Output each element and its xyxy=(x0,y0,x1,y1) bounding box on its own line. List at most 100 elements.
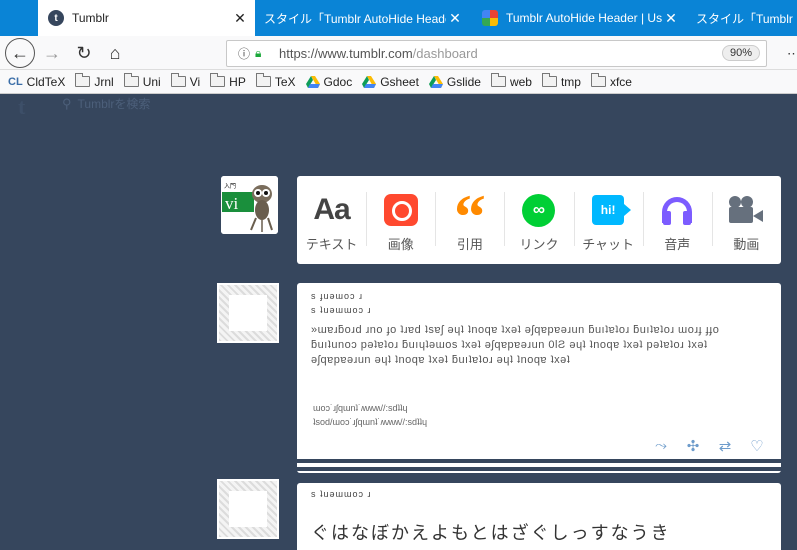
vi-tarsier-icon: 入門 vi xyxy=(221,176,278,234)
search-input[interactable]: ⚲ Tumblrを検索 xyxy=(62,95,150,112)
post-type-label: 動画 xyxy=(733,237,760,252)
link-icon: ∞ xyxy=(522,190,556,230)
bookmark-hp[interactable]: HP xyxy=(210,73,246,89)
bookmark-vi[interactable]: Vi xyxy=(170,73,201,89)
close-icon[interactable]: ✕ xyxy=(662,10,680,27)
close-icon[interactable]: ✕ xyxy=(446,10,464,27)
folder-icon xyxy=(255,73,271,87)
bookmark-gsheet[interactable]: Gsheet xyxy=(362,75,419,89)
shuffle-icon[interactable]: ⇄ xyxy=(709,437,741,455)
arrow-right-icon: → xyxy=(43,42,61,63)
multicolor-icon xyxy=(482,10,498,26)
post-type-photo[interactable]: 画像 xyxy=(366,176,435,264)
bookmark-web[interactable]: web xyxy=(490,73,532,89)
post-type-label: リンク xyxy=(519,237,559,252)
post-type-label: 音声 xyxy=(664,237,691,252)
tab-strip: t Tumblr ✕ スタイル「Tumblr AutoHide Header」 … xyxy=(0,0,797,36)
close-icon[interactable]: ✕ xyxy=(231,10,249,27)
post-type-label: 画像 xyxy=(387,237,414,252)
post-type-quote[interactable]: “ 引用 xyxy=(435,176,504,264)
tumblr-header: t ⚲ Tumblrを検索 xyxy=(0,94,797,119)
like-icon[interactable]: ♡ xyxy=(741,437,773,455)
post-type-video[interactable]: 動画 xyxy=(711,176,781,264)
quote-icon: “ xyxy=(453,181,486,252)
post-meta: s ɟuəɯoɔ ɹ xyxy=(311,291,364,301)
camera-icon xyxy=(383,190,418,230)
more-icon[interactable]: ⋯ xyxy=(787,46,797,62)
tumblr-icon: t xyxy=(48,10,64,26)
svg-text:入門: 入門 xyxy=(224,183,236,190)
folder-icon xyxy=(490,73,506,87)
post-type-label: テキスト xyxy=(305,237,358,252)
folder-icon xyxy=(170,73,186,87)
google-drive-icon xyxy=(362,75,377,88)
post-link[interactable]: ɯoɔ˙ɹʃqɯnʇ˙ʍʍʍ//:sdʇʇɥ xyxy=(313,403,408,413)
lock-icon: 🔒︎ xyxy=(255,46,262,60)
svg-text:vi: vi xyxy=(225,194,239,213)
bookmark-label: TeX xyxy=(274,74,296,89)
text-icon: Aa xyxy=(313,193,350,226)
bookmark-label: Jrnl xyxy=(94,74,114,89)
forward-button[interactable]: → xyxy=(38,39,66,67)
post-composer: Aa テキスト 画像 “ 引用 ∞ リンク hi! チャット 音声 動画 xyxy=(297,176,781,264)
post-type-label: チャット xyxy=(582,237,635,252)
folder-icon xyxy=(541,73,557,87)
post-actions: ⤳ ✣ ⇄ ♡ xyxy=(645,437,773,455)
tab-style-autohide[interactable]: スタイル「Tumblr AutoHide Header」 ✕ xyxy=(256,0,470,36)
reload-icon: ↻ xyxy=(76,42,92,63)
post-divider xyxy=(297,467,781,471)
post-body: ぐはなぼかえよもとはざぐしっすなうき xyxy=(311,523,671,543)
google-drive-icon xyxy=(305,75,320,88)
bookmark-label: Vi xyxy=(189,74,201,89)
bookmark-label: Gsheet xyxy=(380,74,419,89)
url-host: https://www.tumblr.com xyxy=(279,46,413,61)
bookmark-label: Uni xyxy=(142,74,161,89)
chat-icon: hi! xyxy=(592,190,632,230)
tumblr-logo[interactable]: t xyxy=(18,94,25,120)
share-icon[interactable]: ⤳ xyxy=(645,437,677,455)
folder-icon xyxy=(123,73,139,87)
bookmark-label: tmp xyxy=(560,74,581,89)
folder-icon xyxy=(210,73,226,87)
tab-tumblr[interactable]: t Tumblr ✕ xyxy=(38,0,255,36)
navigation-bar: ← → ↻ ⌂ ⓘ 🔒︎ https://www.tumblr.com/dash… xyxy=(0,36,797,70)
post-type-chat[interactable]: hi! チャット xyxy=(573,176,643,264)
reload-button[interactable]: ↻ xyxy=(70,39,98,67)
bookmark-xfce[interactable]: xfce xyxy=(590,73,632,89)
bookmark-jrnl[interactable]: Jrnl xyxy=(75,73,114,89)
home-icon: ⌂ xyxy=(109,42,121,63)
post-link[interactable]: ʇsod/ɯoɔ˙ɹʃqɯnʇ˙ʍʍʍ//:sdʇʇɥ xyxy=(313,417,427,427)
bookmark-label: HP xyxy=(229,74,246,89)
bookmark-tmp[interactable]: tmp xyxy=(541,73,581,89)
home-button[interactable]: ⌂ xyxy=(101,39,129,67)
bookmark-tex[interactable]: TeX xyxy=(255,73,296,89)
back-button[interactable]: ← xyxy=(5,38,35,68)
tab-title: スタイル「Tumblr AutoHide Header」 xyxy=(264,11,446,26)
tab-style-mu[interactable]: スタイル「Tumblr Mu xyxy=(688,0,797,36)
post-type-link[interactable]: ∞ リンク xyxy=(504,176,573,264)
post-type-label: 引用 xyxy=(456,237,483,252)
post-author-avatar[interactable] xyxy=(217,479,279,539)
url-path: /dashboard xyxy=(412,46,478,61)
tab-autohide-userstyle[interactable]: Tumblr AutoHide Header | Us ✕ xyxy=(472,0,686,36)
bookmark-cldtex[interactable]: CL CldTeX xyxy=(8,75,65,89)
bookmark-uni[interactable]: Uni xyxy=(123,73,161,89)
post-type-text[interactable]: Aa テキスト xyxy=(297,176,366,264)
bookmark-label: web xyxy=(509,74,532,89)
bookmark-gslide[interactable]: Gslide xyxy=(428,74,481,89)
bookmark-gdoc[interactable]: Gdoc xyxy=(305,74,353,89)
folder-icon xyxy=(590,73,606,87)
bookmark-label: Gslide xyxy=(446,74,481,89)
bookmark-label: Gdoc xyxy=(323,74,353,89)
post-author-avatar[interactable] xyxy=(217,283,279,343)
tab-title: Tumblr AutoHide Header | Us xyxy=(506,11,662,25)
folder-icon xyxy=(75,73,91,87)
user-avatar[interactable]: 入門 vi xyxy=(221,176,278,234)
search-placeholder: Tumblrを検索 xyxy=(77,97,151,111)
arrow-left-icon: ← xyxy=(11,42,29,63)
reblog-icon[interactable]: ✣ xyxy=(677,437,709,455)
url-bar[interactable]: ⓘ 🔒︎ https://www.tumblr.com/dashboard 90… xyxy=(226,40,767,67)
post-type-audio[interactable]: 音声 xyxy=(642,176,712,264)
info-icon[interactable]: ⓘ xyxy=(233,45,255,62)
zoom-indicator[interactable]: 90% xyxy=(721,45,760,61)
